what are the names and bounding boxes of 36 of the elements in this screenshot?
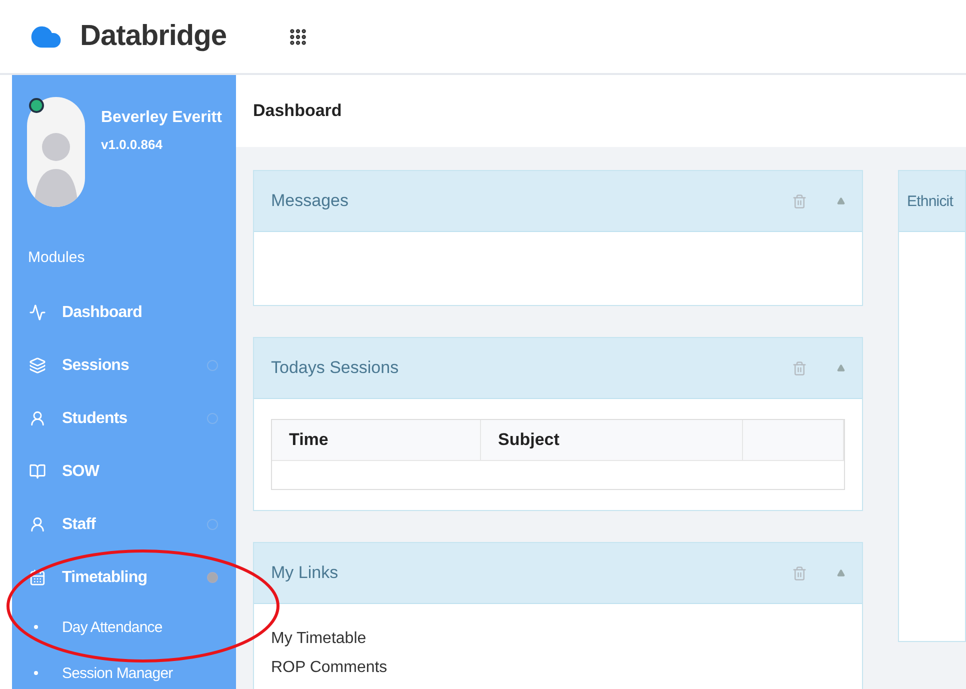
delete-icon[interactable]	[792, 194, 807, 208]
layers-icon	[29, 357, 46, 374]
panel-title: Ethnicit	[907, 192, 953, 210]
panel-title: Messages	[271, 191, 350, 211]
link[interactable]: My Timetable	[271, 624, 845, 653]
breadcrumb: Dashboard	[236, 75, 966, 147]
sidebar-item[interactable]: Students	[12, 392, 236, 445]
sidebar-item[interactable]: Staff	[12, 498, 236, 551]
calendar-icon	[29, 569, 46, 586]
user-icon	[29, 410, 46, 427]
sidebar-item[interactable]: Timetabling	[12, 551, 236, 604]
collapse-icon[interactable]	[837, 364, 845, 372]
sidebar-item[interactable]: SOW	[12, 445, 236, 498]
collapse-icon[interactable]	[837, 569, 845, 577]
activity-icon	[29, 304, 46, 321]
sidebar-subitem[interactable]: Day Attendance	[12, 604, 236, 650]
version-label: v1.0.0.864	[101, 137, 164, 152]
panel-title: My Links	[271, 563, 340, 583]
sidebar-item[interactable]: Dashboard	[12, 286, 236, 339]
sidebar-item[interactable]: Sessions	[12, 339, 236, 392]
apps-grid-icon[interactable]	[288, 26, 308, 46]
user-icon	[29, 516, 46, 533]
app-title: Databridge	[80, 20, 228, 53]
sidebar-subitem[interactable]: Session Manager	[12, 650, 236, 689]
table-header: Time	[272, 420, 481, 461]
delete-icon[interactable]	[792, 360, 807, 376]
book-icon	[29, 463, 46, 480]
collapse-icon[interactable]	[837, 197, 845, 205]
link[interactable]: ROP Comments	[271, 653, 845, 682]
panel-title: Todays Sessions	[271, 358, 400, 378]
delete-icon[interactable]	[792, 566, 807, 580]
table-header: Subject	[481, 420, 743, 461]
bullet-icon	[34, 671, 38, 675]
bullet-icon	[34, 625, 38, 629]
sidebar-heading: Modules	[27, 248, 86, 268]
user-name: Beverley Everitt	[101, 109, 222, 127]
